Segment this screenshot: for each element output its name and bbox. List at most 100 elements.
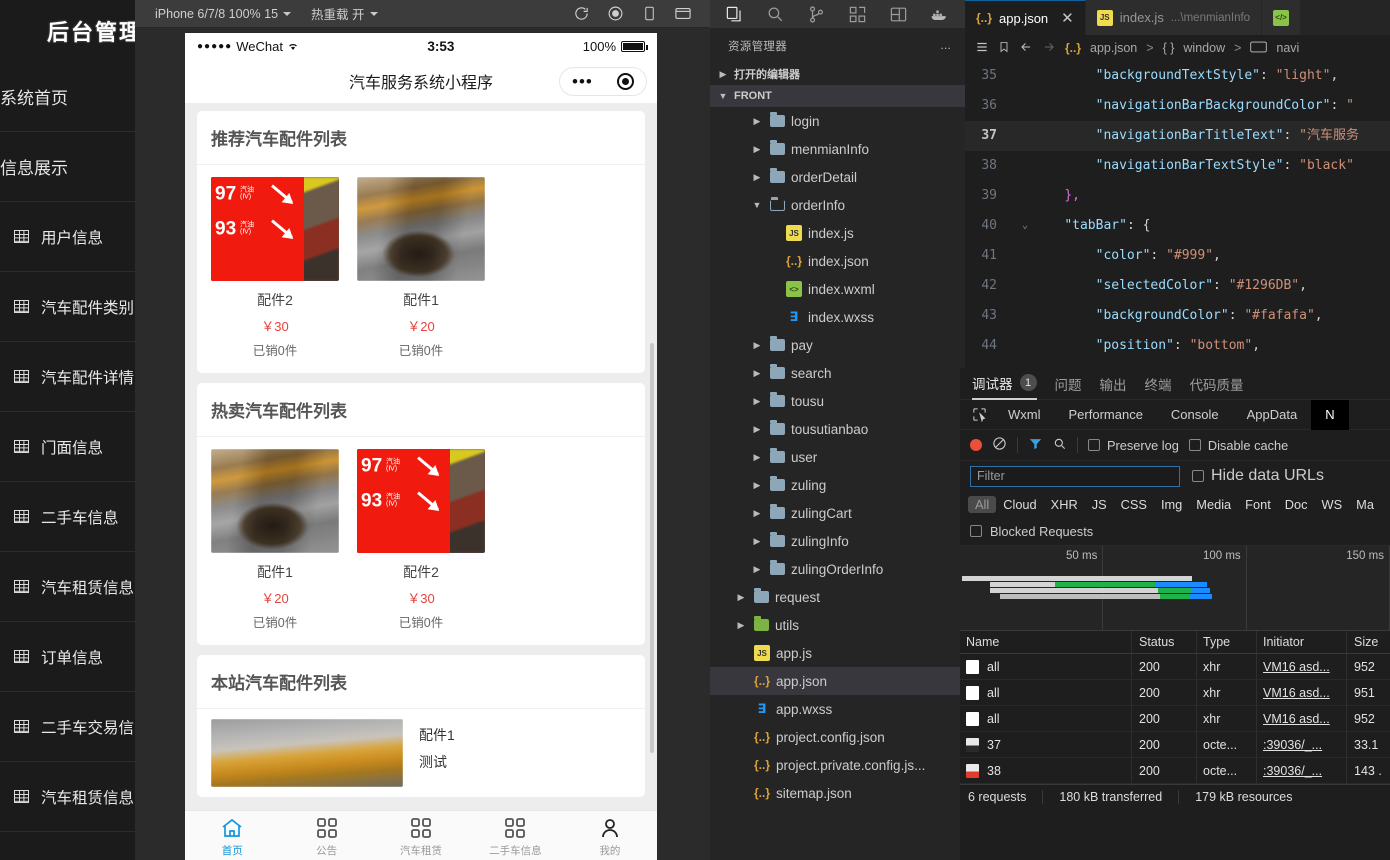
resource-type-media[interactable]: Media [1189, 496, 1238, 513]
tree-item-project-config-json[interactable]: {..} project.config.json [710, 723, 965, 751]
tree-item-zuling[interactable]: ▶ zuling [710, 471, 965, 499]
open-editors-section[interactable]: ▶ 打开的编辑器 [710, 63, 965, 85]
chevron-right-icon[interactable]: ▶ [750, 144, 764, 155]
resource-type-font[interactable]: Font [1238, 496, 1278, 513]
list-item[interactable]: 配件1 测试 [197, 709, 645, 797]
panel-tab-debugger[interactable]: 调试器 1 [972, 368, 1037, 400]
preserve-log-checkbox[interactable]: Preserve log [1088, 438, 1179, 453]
tree-item-zulingorderinfo[interactable]: ▶ zulingOrderInfo [710, 555, 965, 583]
chevron-right-icon[interactable]: ▶ [734, 592, 748, 603]
more-dots-icon[interactable]: ••• [572, 73, 593, 90]
fold-icon[interactable] [1017, 181, 1033, 211]
resource-type-filters[interactable]: All Cloud XHR JS CSS Img Media Font Doc WS Ma [960, 491, 1390, 517]
file-tree[interactable]: ▶ login ▶ menmianInfo ▶ orderDetail ▼ orderInfo… [710, 107, 965, 860]
chevron-right-icon[interactable]: ▶ [750, 508, 764, 519]
tree-item-menmianinfo[interactable]: ▶ menmianInfo [710, 135, 965, 163]
request-initiator[interactable]: VM16 asd... [1263, 686, 1330, 700]
mp-content[interactable]: 推荐汽车配件列表 97 汽油 (Ⅳ) 93 汽油 (Ⅳ) 配件2 ￥30 已销0件 配件1 ￥20 已销… [185, 103, 657, 810]
panel-tab-terminal[interactable]: 终端 [1145, 368, 1172, 400]
layout-icon[interactable] [878, 0, 919, 28]
resource-type-doc[interactable]: Doc [1278, 496, 1315, 513]
chevron-right-icon[interactable]: ▶ [750, 368, 764, 379]
mp-scrollbar[interactable] [650, 343, 654, 753]
breadcrumb-item-window[interactable]: window [1183, 41, 1225, 55]
fold-icon[interactable] [1017, 331, 1033, 361]
capsule-menu[interactable]: ••• [559, 67, 647, 96]
tab-mine[interactable]: 我的 [563, 811, 657, 860]
code-line-38[interactable]: 38 "navigationBarTextStyle": "black" [965, 151, 1390, 181]
code-line-36[interactable]: 36 "navigationBarBackgroundColor": " [965, 91, 1390, 121]
code-line-39[interactable]: 39 }, [965, 181, 1390, 211]
back-arrow-icon[interactable] [1019, 40, 1033, 57]
tree-item-user[interactable]: ▶ user [710, 443, 965, 471]
fold-icon[interactable] [1017, 61, 1033, 91]
tree-item-app-js[interactable]: JS app.js [710, 639, 965, 667]
tree-item-tousutianbao[interactable]: ▶ tousutianbao [710, 415, 965, 443]
table-row[interactable]: 37 200 octe...:39036/_... 33.1 [960, 732, 1390, 758]
goods-item[interactable]: 配件1 ￥20 已销0件 [211, 449, 339, 631]
breadcrumb-item-navi[interactable]: navi [1276, 41, 1299, 55]
resource-type-css[interactable]: CSS [1114, 496, 1154, 513]
fold-icon[interactable] [1017, 271, 1033, 301]
request-initiator[interactable]: VM16 asd... [1263, 712, 1330, 726]
resource-type-ws[interactable]: WS [1315, 496, 1350, 513]
tree-item-orderdetail[interactable]: ▶ orderDetail [710, 163, 965, 191]
refresh-icon[interactable] [564, 5, 598, 22]
code-line-41[interactable]: 41 "color": "#999", [965, 241, 1390, 271]
chevron-right-icon[interactable]: ▶ [750, 116, 764, 127]
close-target-icon[interactable] [616, 73, 634, 90]
inspect-element-icon[interactable] [964, 407, 994, 422]
record-icon[interactable] [970, 439, 982, 451]
tree-item-search[interactable]: ▶ search [710, 359, 965, 387]
chevron-right-icon[interactable]: ▶ [750, 564, 764, 575]
chevron-down-icon[interactable]: ▼ [750, 200, 764, 210]
goods-item[interactable]: 97 汽油 (Ⅳ) 93 汽油 (Ⅳ) 配件2 ￥30 已销0件 [357, 449, 485, 631]
tree-item-index-wxss[interactable]: ∃ index.wxss [710, 303, 965, 331]
breadcrumb-item-file[interactable]: app.json [1090, 41, 1137, 55]
tab-usedcar[interactable]: 二手车信息 [468, 811, 562, 860]
request-initiator[interactable]: :39036/_... [1263, 764, 1322, 778]
chevron-right-icon[interactable]: ▶ [750, 536, 764, 547]
hot-reload-toggle[interactable]: 热重载 开 [301, 4, 387, 23]
tab-rental[interactable]: 汽车租赁 [374, 811, 468, 860]
code-area[interactable]: 35 "backgroundTextStyle": "light", 36 "na… [965, 61, 1390, 361]
code-line-43[interactable]: 43 "backgroundColor": "#fafafa", [965, 301, 1390, 331]
table-row[interactable]: all 200 xhr VM16 asd... 951 [960, 680, 1390, 706]
chevron-right-icon[interactable]: ▶ [750, 424, 764, 435]
close-icon[interactable]: ✕ [1061, 9, 1074, 27]
fold-icon[interactable] [1017, 241, 1033, 271]
fold-icon[interactable] [1017, 91, 1033, 121]
devtools-tab-appdata[interactable]: AppData [1233, 400, 1312, 430]
panel-tab-problems[interactable]: 问题 [1055, 368, 1082, 400]
record-icon[interactable] [598, 5, 632, 22]
table-row[interactable]: all 200 xhr VM16 asd... 952 [960, 654, 1390, 680]
editor-tab-index-js[interactable]: JS index.js ...\menmianInfo [1085, 0, 1263, 35]
chevron-right-icon[interactable]: ▶ [750, 396, 764, 407]
resource-type-js[interactable]: JS [1085, 496, 1114, 513]
bookmark-icon[interactable] [998, 40, 1010, 57]
workspace-section[interactable]: ▼ FRONT [710, 85, 965, 107]
chevron-right-icon[interactable]: ▶ [750, 340, 764, 351]
tree-item-zulinginfo[interactable]: ▶ zulingInfo [710, 527, 965, 555]
outline-icon[interactable] [975, 40, 989, 57]
device-selector[interactable]: iPhone 6/7/8 100% 15 [145, 7, 301, 21]
docker-icon[interactable] [919, 0, 960, 28]
devtools-tab-console[interactable]: Console [1157, 400, 1233, 430]
tab-home[interactable]: 首页 [185, 811, 279, 860]
source-control-icon[interactable] [796, 0, 837, 28]
request-initiator[interactable]: VM16 asd... [1263, 660, 1330, 674]
device-icon[interactable] [632, 5, 666, 22]
resource-type-img[interactable]: Img [1154, 496, 1189, 513]
fold-icon[interactable] [1017, 301, 1033, 331]
tree-item-app-wxss[interactable]: ∃ app.wxss [710, 695, 965, 723]
blocked-requests-checkbox[interactable]: Blocked Requests [960, 517, 1390, 545]
tree-item-index-js[interactable]: JS index.js [710, 219, 965, 247]
tree-item-request[interactable]: ▶ request [710, 583, 965, 611]
fold-icon[interactable] [1017, 121, 1033, 151]
files-icon[interactable] [714, 0, 755, 28]
fold-icon[interactable] [1017, 151, 1033, 181]
editor-tab-app-json[interactable]: {..} app.json ✕ [965, 0, 1086, 35]
table-row[interactable]: all 200 xhr VM16 asd... 952 [960, 706, 1390, 732]
tree-item-sitemap-json[interactable]: {..} sitemap.json [710, 779, 965, 807]
chevron-right-icon[interactable]: ▶ [734, 620, 748, 631]
